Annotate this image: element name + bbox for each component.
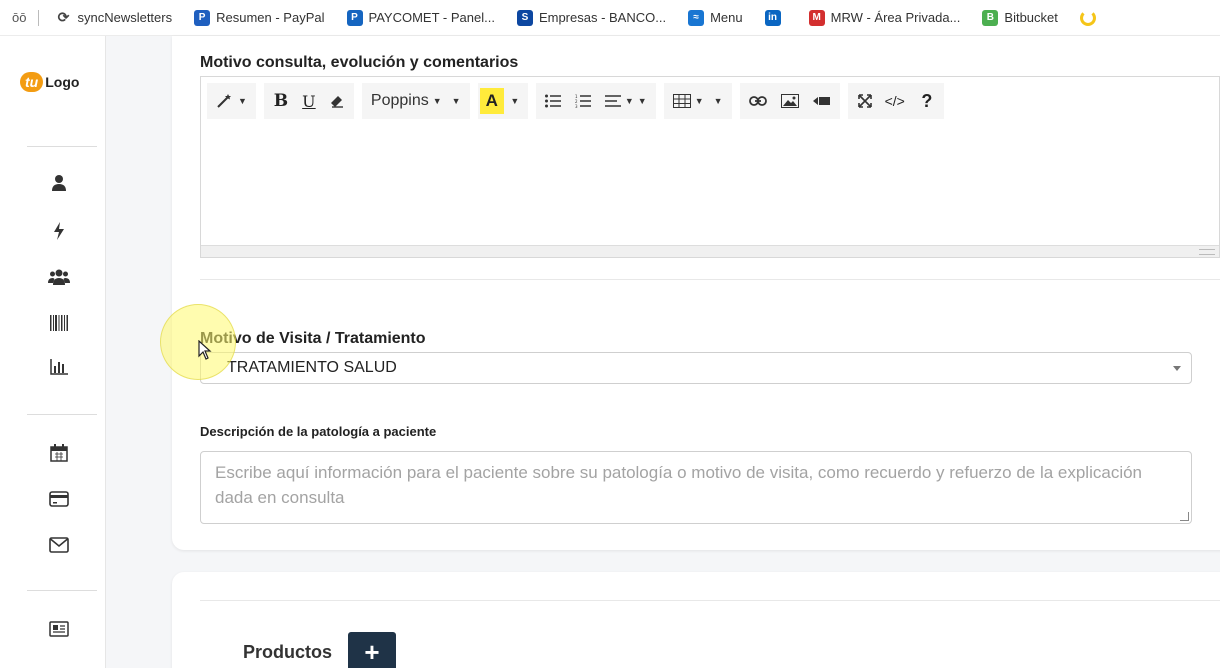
toolbar-group-para: 123 ▼ ▼ [535,83,656,119]
description-label: Descripción de la patología a paciente [200,424,437,439]
bookmarks-bar: ōō ⟳ syncNewsletters P Resumen - PayPal … [0,0,1220,36]
video-icon[interactable] [810,88,834,114]
users-icon[interactable] [48,266,70,288]
sidebar: tu Logo [0,36,106,668]
logo-text: Logo [45,74,80,90]
newspaper-icon[interactable] [48,618,70,640]
bookmark-banco[interactable]: S Empresas - BANCO... [516,9,666,26]
sidebar-divider [27,146,97,147]
bookmark-paycomet[interactable]: P PAYCOMET - Panel... [346,9,495,26]
bookmark-syncnewsletters[interactable]: ⟳ syncNewsletters [55,9,173,26]
banco-icon: S [516,9,533,26]
description-textarea[interactable]: Escribe aquí información para el pacient… [200,451,1192,524]
eraser-icon[interactable] [326,88,348,114]
table-icon[interactable]: ▼ ▼ [670,88,726,114]
section-divider [200,600,1220,601]
toolbar-group-style: ▼ [207,83,256,119]
editor-toolbar: ▼ B U Poppins ▼ ▼ A ▼ 123 ▼ ▼ ▼ ▼ </> ? [207,83,952,119]
toolbar-group-misc: </> ? [847,83,944,119]
visit-select-value: TRATAMIENTO SALUD [227,359,397,376]
resize-grip-icon [1199,249,1215,255]
sidebar-divider [27,414,97,415]
bookmark-menu[interactable]: ≈ Menu [688,9,743,26]
app-logo[interactable]: tu Logo [20,72,79,92]
unordered-list-icon[interactable] [542,88,564,114]
linkedin-icon: in [764,9,781,26]
font-family-dropdown[interactable]: Poppins ▼ ▼ [368,88,464,114]
toolbar-group-format: B U [263,83,354,119]
bookmark-bitbucket[interactable]: B Bitbucket [982,9,1058,26]
barcode-icon[interactable] [48,312,70,334]
resize-handle-icon[interactable] [1180,512,1189,521]
rich-text-editor[interactable]: ▼ B U Poppins ▼ ▼ A ▼ 123 ▼ ▼ ▼ ▼ </> ? [200,76,1220,258]
toolbar-group-insert [739,83,840,119]
menu-site-icon: ≈ [688,9,705,26]
visit-select[interactable]: TRATAMIENTO SALUD [200,352,1192,384]
description-placeholder: Escribe aquí información para el pacient… [215,463,1143,507]
underline-button[interactable]: U [298,88,320,114]
chart-icon[interactable] [48,356,70,378]
magic-wand-icon[interactable]: ▼ [213,88,250,114]
mrw-icon: M [808,9,825,26]
add-product-button[interactable]: + [348,632,396,668]
ordered-list-icon[interactable]: 123 [572,88,594,114]
user-icon[interactable] [48,172,70,194]
editor-resize-bar[interactable] [201,245,1219,257]
paypal-icon: P [194,9,211,26]
toolbar-group-font: Poppins ▼ ▼ [361,83,470,119]
image-icon[interactable] [778,88,802,114]
bitbucket-icon: B [982,9,999,26]
bookmarks-apps[interactable]: ōō [12,10,26,25]
products-label: Productos [243,642,333,662]
bookmark-linkedin[interactable]: in [764,9,787,26]
toolbar-group-table: ▼ ▼ [663,83,732,119]
calendar-icon[interactable] [48,442,70,464]
envelope-icon[interactable] [48,534,70,556]
editor-content[interactable] [201,125,1219,245]
sidebar-divider [27,590,97,591]
paycomet-icon: P [346,9,363,26]
editor-label: Motivo consulta, evolución y comentarios [200,54,519,71]
text-color-dropdown[interactable]: ▼ [504,88,526,114]
chevron-down-icon [1173,366,1181,371]
help-icon[interactable]: ? [916,88,938,114]
text-color-button[interactable]: A [479,88,504,114]
bold-button[interactable]: B [270,88,292,114]
align-icon[interactable]: ▼ ▼ [602,88,650,114]
link-icon[interactable] [746,88,770,114]
bookmark-mrw[interactable]: M MRW - Área Privada... [808,9,960,26]
code-view-icon[interactable]: </> [882,88,908,114]
section-divider [200,279,1220,280]
loading-icon [1079,9,1096,26]
bolt-icon[interactable] [48,220,70,242]
credit-card-icon[interactable] [48,488,70,510]
fullscreen-icon[interactable] [854,88,876,114]
logo-mark: tu [20,72,44,92]
bookmarks-separator [38,9,40,26]
mouse-pointer-icon [198,339,212,365]
svg-text:3: 3 [575,104,578,108]
toolbar-group-color: A ▼ [477,83,528,119]
sync-icon: ⟳ [57,9,70,25]
bookmark-paypal[interactable]: P Resumen - PayPal [194,9,325,26]
